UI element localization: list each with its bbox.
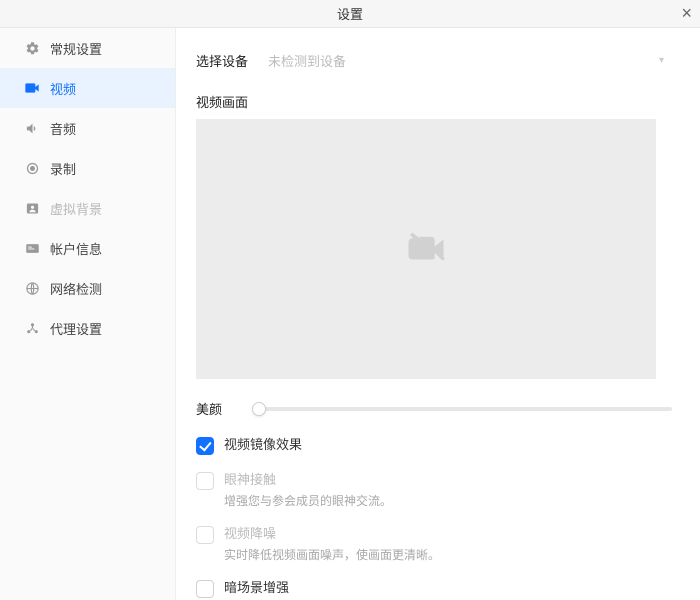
camera-off-icon xyxy=(405,228,447,270)
settings-window: 设置 × 常规设置 视频 音频 xyxy=(0,0,700,600)
checkbox-lowlight[interactable] xyxy=(196,580,214,598)
beauty-label: 美颜 xyxy=(196,399,252,418)
video-preview xyxy=(196,119,656,379)
close-icon[interactable]: × xyxy=(681,4,692,22)
device-select[interactable]: 未检测到设备 ▾ xyxy=(260,46,672,74)
checkbox-eye-contact xyxy=(196,472,214,490)
option-eye-contact: 眼神接触 增强您与参会成员的眼神交流。 xyxy=(196,471,672,509)
option-denoise: 视频降噪 实时降低视频画面噪声，使画面更清晰。 xyxy=(196,525,672,563)
sidebar-item-label: 视频 xyxy=(50,79,76,98)
titlebar: 设置 × xyxy=(0,0,700,28)
sidebar-item-proxy[interactable]: 代理设置 xyxy=(0,308,175,348)
video-options: 视频镜像效果 眼神接触 增强您与参会成员的眼神交流。 视频降噪 实时降低视频画面… xyxy=(196,436,672,600)
slider-track xyxy=(252,407,672,411)
speaker-icon xyxy=(24,120,40,136)
option-label: 视频降噪 xyxy=(224,525,440,543)
sidebar: 常规设置 视频 音频 录制 xyxy=(0,28,176,600)
content-panel: 选择设备 未检测到设备 ▾ 视频画面 美颜 xyxy=(176,28,700,600)
sidebar-item-virtual-background[interactable]: 虚拟背景 xyxy=(0,188,175,228)
device-select-value: 未检测到设备 xyxy=(268,51,346,70)
option-label: 眼神接触 xyxy=(224,471,392,489)
caret-down-icon: ▾ xyxy=(659,55,664,66)
sidebar-item-audio[interactable]: 音频 xyxy=(0,108,175,148)
globe-icon xyxy=(24,280,40,296)
checkbox-denoise xyxy=(196,526,214,544)
video-icon xyxy=(24,80,40,96)
option-lowlight: 暗场景增强 在视频场景光照不足时，改善视频体验。 xyxy=(196,579,672,600)
beauty-row: 美颜 xyxy=(196,399,672,418)
id-card-icon xyxy=(24,240,40,256)
sidebar-item-label: 常规设置 xyxy=(50,39,102,58)
device-row: 选择设备 未检测到设备 ▾ xyxy=(196,46,672,74)
sidebar-item-label: 帐户信息 xyxy=(50,239,102,258)
option-desc: 实时降低视频画面噪声，使画面更清晰。 xyxy=(224,547,440,563)
background-icon xyxy=(24,200,40,216)
option-label: 暗场景增强 xyxy=(224,579,440,597)
gear-icon xyxy=(24,40,40,56)
window-title: 设置 xyxy=(337,4,363,23)
option-mirror: 视频镜像效果 xyxy=(196,436,672,455)
sidebar-item-label: 网络检测 xyxy=(50,279,102,298)
option-label: 视频镜像效果 xyxy=(224,436,302,454)
preview-label: 视频画面 xyxy=(196,92,672,111)
option-desc: 增强您与参会成员的眼神交流。 xyxy=(224,493,392,509)
sidebar-item-account[interactable]: 帐户信息 xyxy=(0,228,175,268)
sidebar-item-label: 录制 xyxy=(50,159,76,178)
sidebar-item-video[interactable]: 视频 xyxy=(0,68,175,108)
window-body: 常规设置 视频 音频 录制 xyxy=(0,28,700,600)
sidebar-item-label: 音频 xyxy=(50,119,76,138)
sidebar-item-label: 代理设置 xyxy=(50,319,102,338)
checkbox-mirror[interactable] xyxy=(196,437,214,455)
beauty-slider[interactable] xyxy=(252,401,672,417)
sidebar-item-label: 虚拟背景 xyxy=(50,199,102,218)
slider-thumb[interactable] xyxy=(252,402,266,416)
sidebar-item-general[interactable]: 常规设置 xyxy=(0,28,175,68)
device-label: 选择设备 xyxy=(196,51,260,70)
sidebar-item-record[interactable]: 录制 xyxy=(0,148,175,188)
record-icon xyxy=(24,160,40,176)
sidebar-item-network[interactable]: 网络检测 xyxy=(0,268,175,308)
proxy-icon xyxy=(24,320,40,336)
